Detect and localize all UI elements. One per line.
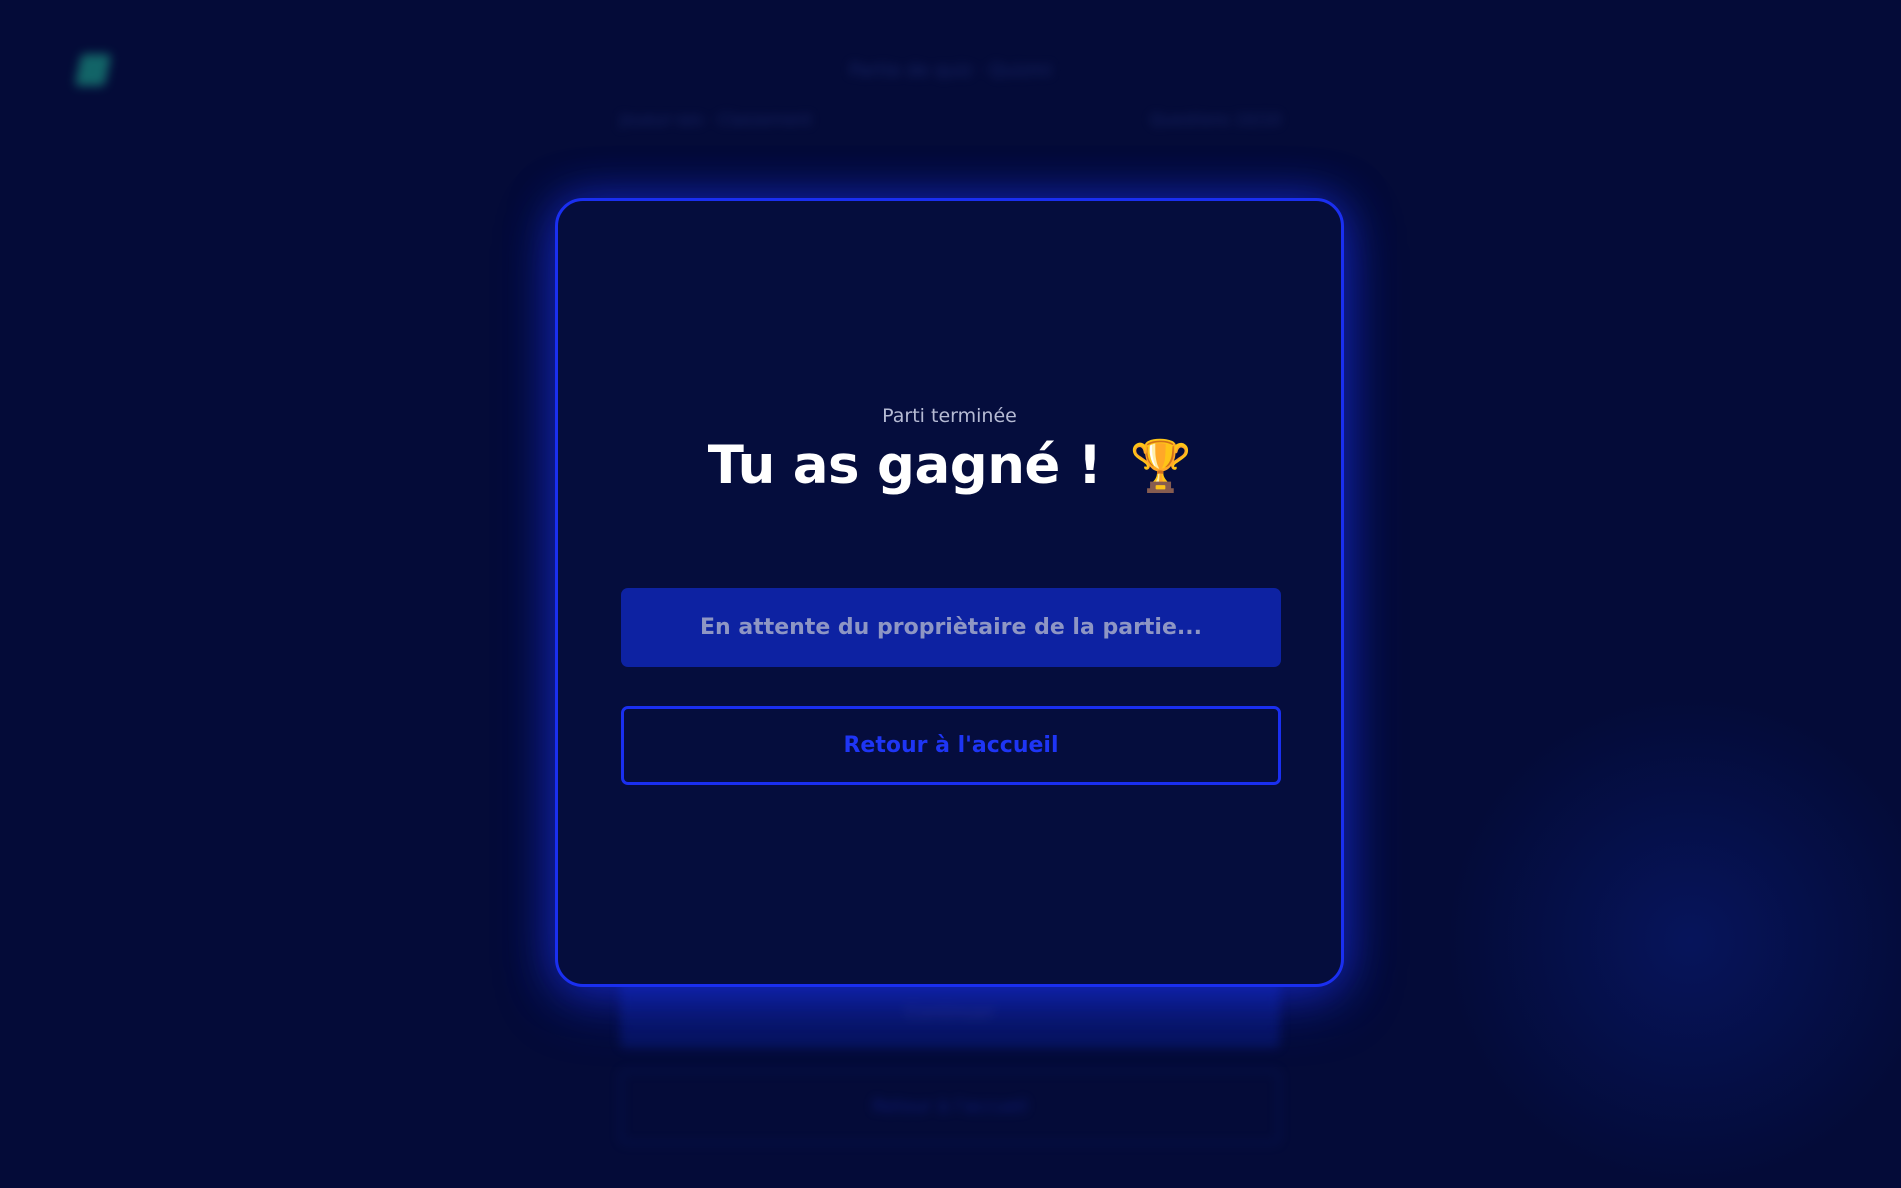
modal-subtitle: Parti terminée [882, 405, 1017, 427]
background-subheader-left: Joueur·ses · Classement [620, 110, 812, 129]
waiting-for-owner-button: En attente du propriètaire de la partie.… [621, 588, 1281, 667]
modal-title-text: Tu as gagné ! [707, 435, 1102, 496]
trophy-icon: 🏆 [1129, 437, 1192, 495]
background-header: Partie de quiz · Quizmi [849, 60, 1052, 81]
background-subheader-right: Questions 10/10 [1150, 110, 1282, 129]
modal-title: Tu as gagné ! 🏆 [558, 435, 1341, 496]
back-to-home-button[interactable]: Retour à l'accueil [621, 706, 1281, 785]
background-home-button: Retour à l'accueil [620, 1070, 1280, 1144]
background-continue-button: Continuer [620, 978, 1280, 1048]
game-over-modal: Parti terminée Tu as gagné ! 🏆 En attent… [555, 198, 1344, 987]
